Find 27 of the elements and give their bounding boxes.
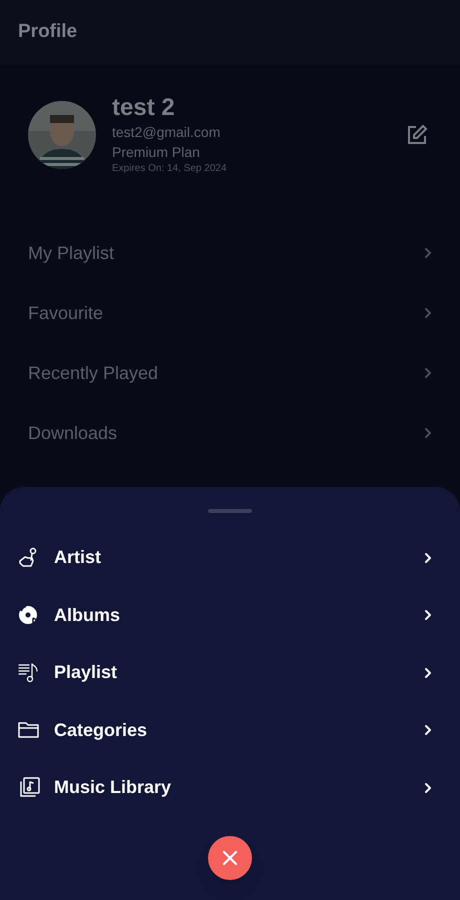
chevron-right-icon — [424, 427, 432, 439]
user-email: test2@gmail.com — [112, 123, 222, 142]
music-library-icon — [18, 776, 40, 799]
chevron-right-icon — [424, 609, 432, 622]
close-button[interactable] — [208, 836, 252, 880]
music-list-icon — [18, 662, 40, 684]
folder-icon — [18, 720, 40, 740]
page-title: Profile — [18, 20, 78, 44]
chevron-right-icon — [424, 782, 432, 794]
chevron-right-icon — [424, 724, 432, 736]
sheet-item[interactable]: Music Library — [0, 759, 460, 816]
disc-icon — [18, 604, 40, 626]
chevron-right-icon — [424, 367, 432, 379]
edit-icon — [406, 124, 428, 146]
chevron-right-icon — [424, 307, 432, 319]
sheet-item[interactable]: Playlist — [0, 644, 460, 702]
chevron-right-icon — [424, 552, 432, 564]
close-icon — [222, 850, 238, 866]
chevron-right-icon — [424, 247, 432, 259]
user-name: test 2 — [112, 94, 176, 122]
expiry-date: Expires On: 14, Sep 2024 — [112, 162, 228, 176]
chevron-right-icon — [424, 666, 432, 679]
drag-handle[interactable] — [208, 509, 252, 513]
plan-label: Premium Plan — [112, 143, 201, 162]
sheet-item[interactable]: Artist — [0, 529, 460, 586]
sheet-item[interactable]: Albums — [0, 586, 460, 644]
sheet-item[interactable]: Categories — [0, 702, 460, 759]
